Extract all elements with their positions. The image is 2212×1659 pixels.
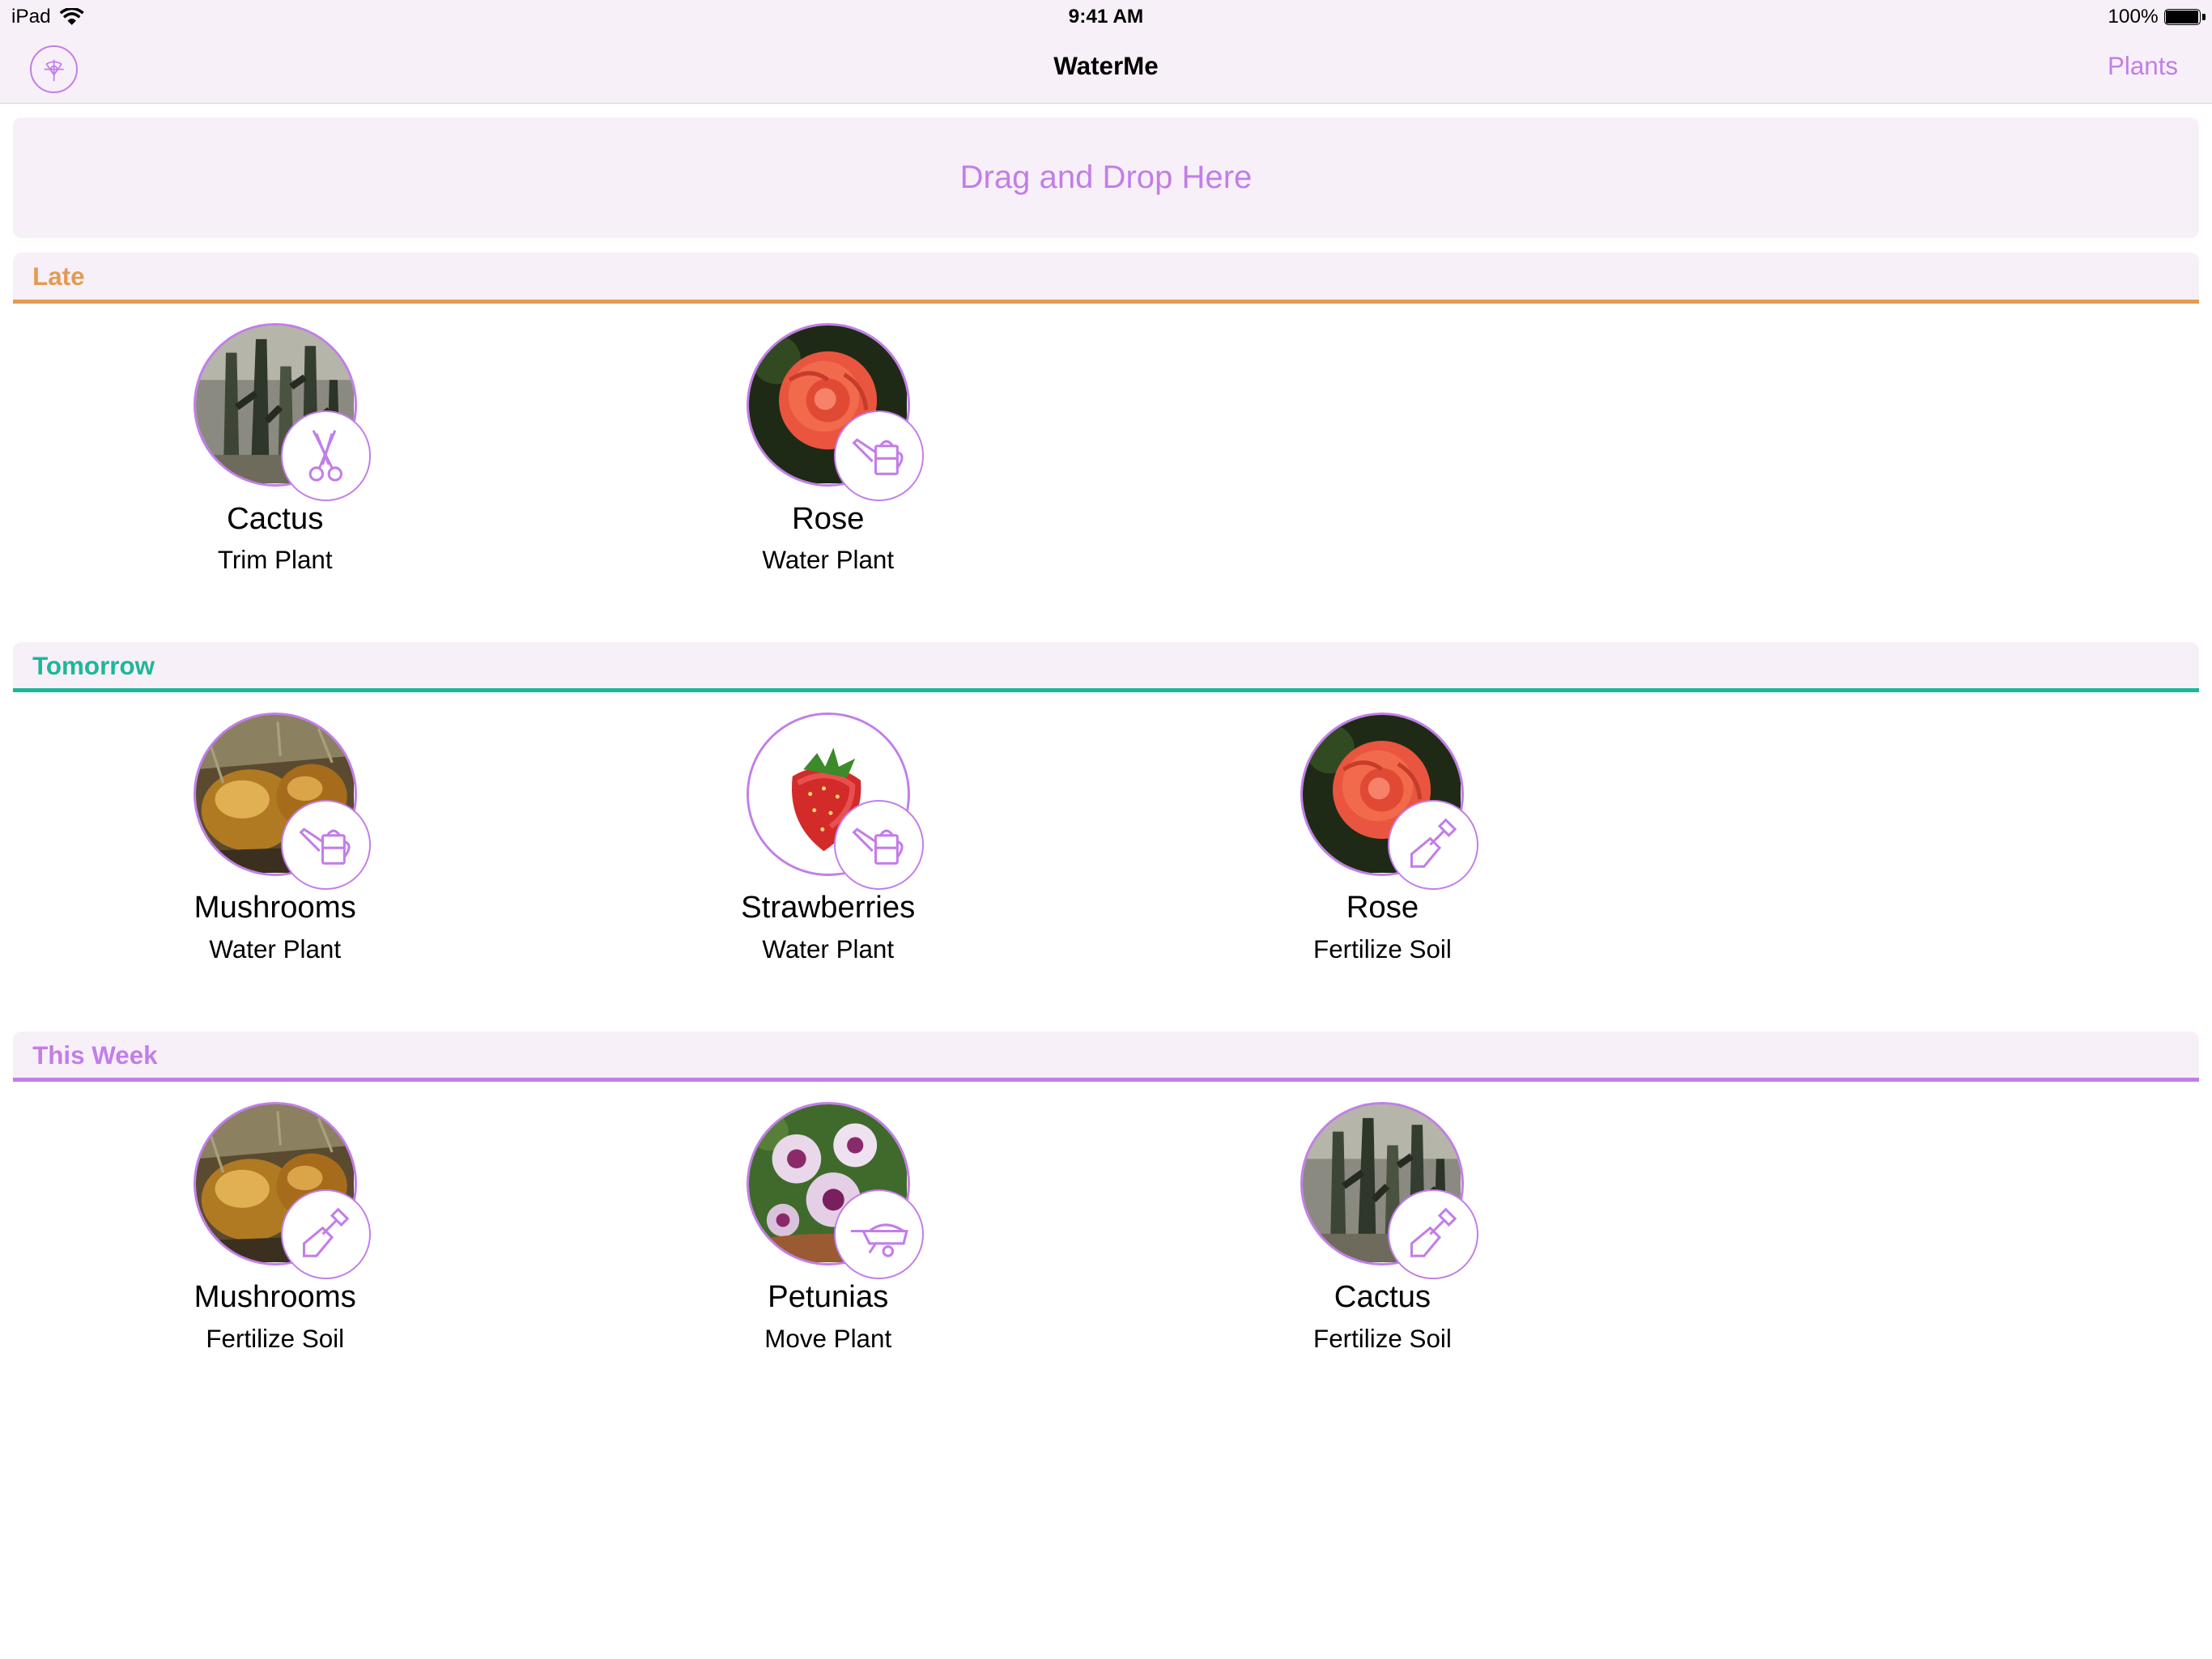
plant-name: Cactus — [227, 500, 324, 536]
status-bar-right: 100% — [2108, 5, 2206, 28]
task-name: Trim Plant — [217, 546, 333, 575]
task-name: Water Plant — [762, 935, 895, 964]
plant-name: Strawberries — [741, 890, 916, 925]
section-header: This Week — [12, 1031, 2200, 1083]
navigation-bar: iPad 9:41 AM 100% WaterMe Plants — [0, 0, 2212, 104]
plant-avatar — [746, 1101, 925, 1280]
battery-percent: 100% — [2108, 5, 2159, 28]
section-header: Tomorrow — [12, 641, 2200, 693]
task-name: Water Plant — [762, 546, 895, 575]
task-badge — [280, 1189, 372, 1280]
plant-avatar — [746, 712, 925, 891]
watering-can-icon — [848, 814, 910, 876]
section-title: This Week — [32, 1040, 158, 1070]
drag-drop-label: Drag and Drop Here — [959, 160, 1253, 196]
section-title: Late — [32, 262, 85, 291]
plant-name: Rose — [1346, 890, 1419, 925]
plant-avatar — [193, 322, 372, 501]
task-badge — [280, 410, 372, 501]
task-badge — [280, 799, 372, 891]
shovel-icon — [1402, 814, 1465, 876]
scissors-icon — [295, 424, 357, 487]
reminder-cell[interactable]: Rose Fertilize Soil — [1241, 712, 1523, 994]
wheelbarrow-icon — [848, 1203, 910, 1266]
plants-button[interactable]: Plants — [2108, 52, 2178, 81]
plant-avatar — [193, 1101, 372, 1280]
reminder-cell[interactable]: Rose Water Plant — [687, 322, 969, 605]
watering-can-icon — [848, 424, 910, 487]
reminder-cell[interactable]: Cactus Fertilize Soil — [1241, 1101, 1523, 1384]
plant-avatar — [1300, 1101, 1478, 1280]
section-title: Tomorrow — [32, 651, 155, 680]
reminder-cell[interactable]: Mushrooms Fertilize Soil — [134, 1101, 416, 1384]
section-header: Late — [12, 252, 2200, 304]
task-name: Move Plant — [764, 1325, 892, 1354]
plant-avatar — [193, 712, 372, 891]
watering-can-icon — [295, 814, 357, 876]
page-title: WaterMe — [1053, 52, 1159, 81]
shovel-icon — [295, 1203, 357, 1266]
task-badge — [833, 410, 925, 501]
task-badge — [833, 1189, 925, 1280]
task-badge — [1388, 799, 1478, 891]
plant-name: Mushrooms — [194, 1279, 356, 1315]
task-name: Fertilize Soil — [1313, 1325, 1452, 1354]
reminder-cell[interactable]: Mushrooms Water Plant — [134, 712, 416, 994]
status-time: 9:41 AM — [1068, 5, 1144, 28]
drag-drop-zone[interactable]: Drag and Drop Here — [12, 117, 2200, 239]
reminder-cell[interactable]: Cactus Trim Plant — [134, 322, 416, 605]
plant-name: Cactus — [1334, 1279, 1431, 1315]
reminder-cell[interactable]: Petunias Move Plant — [687, 1101, 969, 1384]
task-badge — [1388, 1189, 1478, 1280]
task-name: Fertilize Soil — [1313, 935, 1452, 964]
reminder-cell[interactable]: Strawberries Water Plant — [687, 712, 969, 994]
task-name: Fertilize Soil — [206, 1325, 345, 1354]
task-name: Water Plant — [209, 935, 342, 964]
task-badge — [833, 799, 925, 891]
plant-name: Rose — [791, 500, 865, 536]
plant-name: Petunias — [768, 1279, 889, 1315]
plant-avatar — [1300, 712, 1478, 891]
plant-avatar — [746, 322, 925, 501]
plant-name: Mushrooms — [194, 890, 356, 925]
shovel-icon — [1402, 1203, 1465, 1266]
battery-icon — [2163, 8, 2206, 26]
